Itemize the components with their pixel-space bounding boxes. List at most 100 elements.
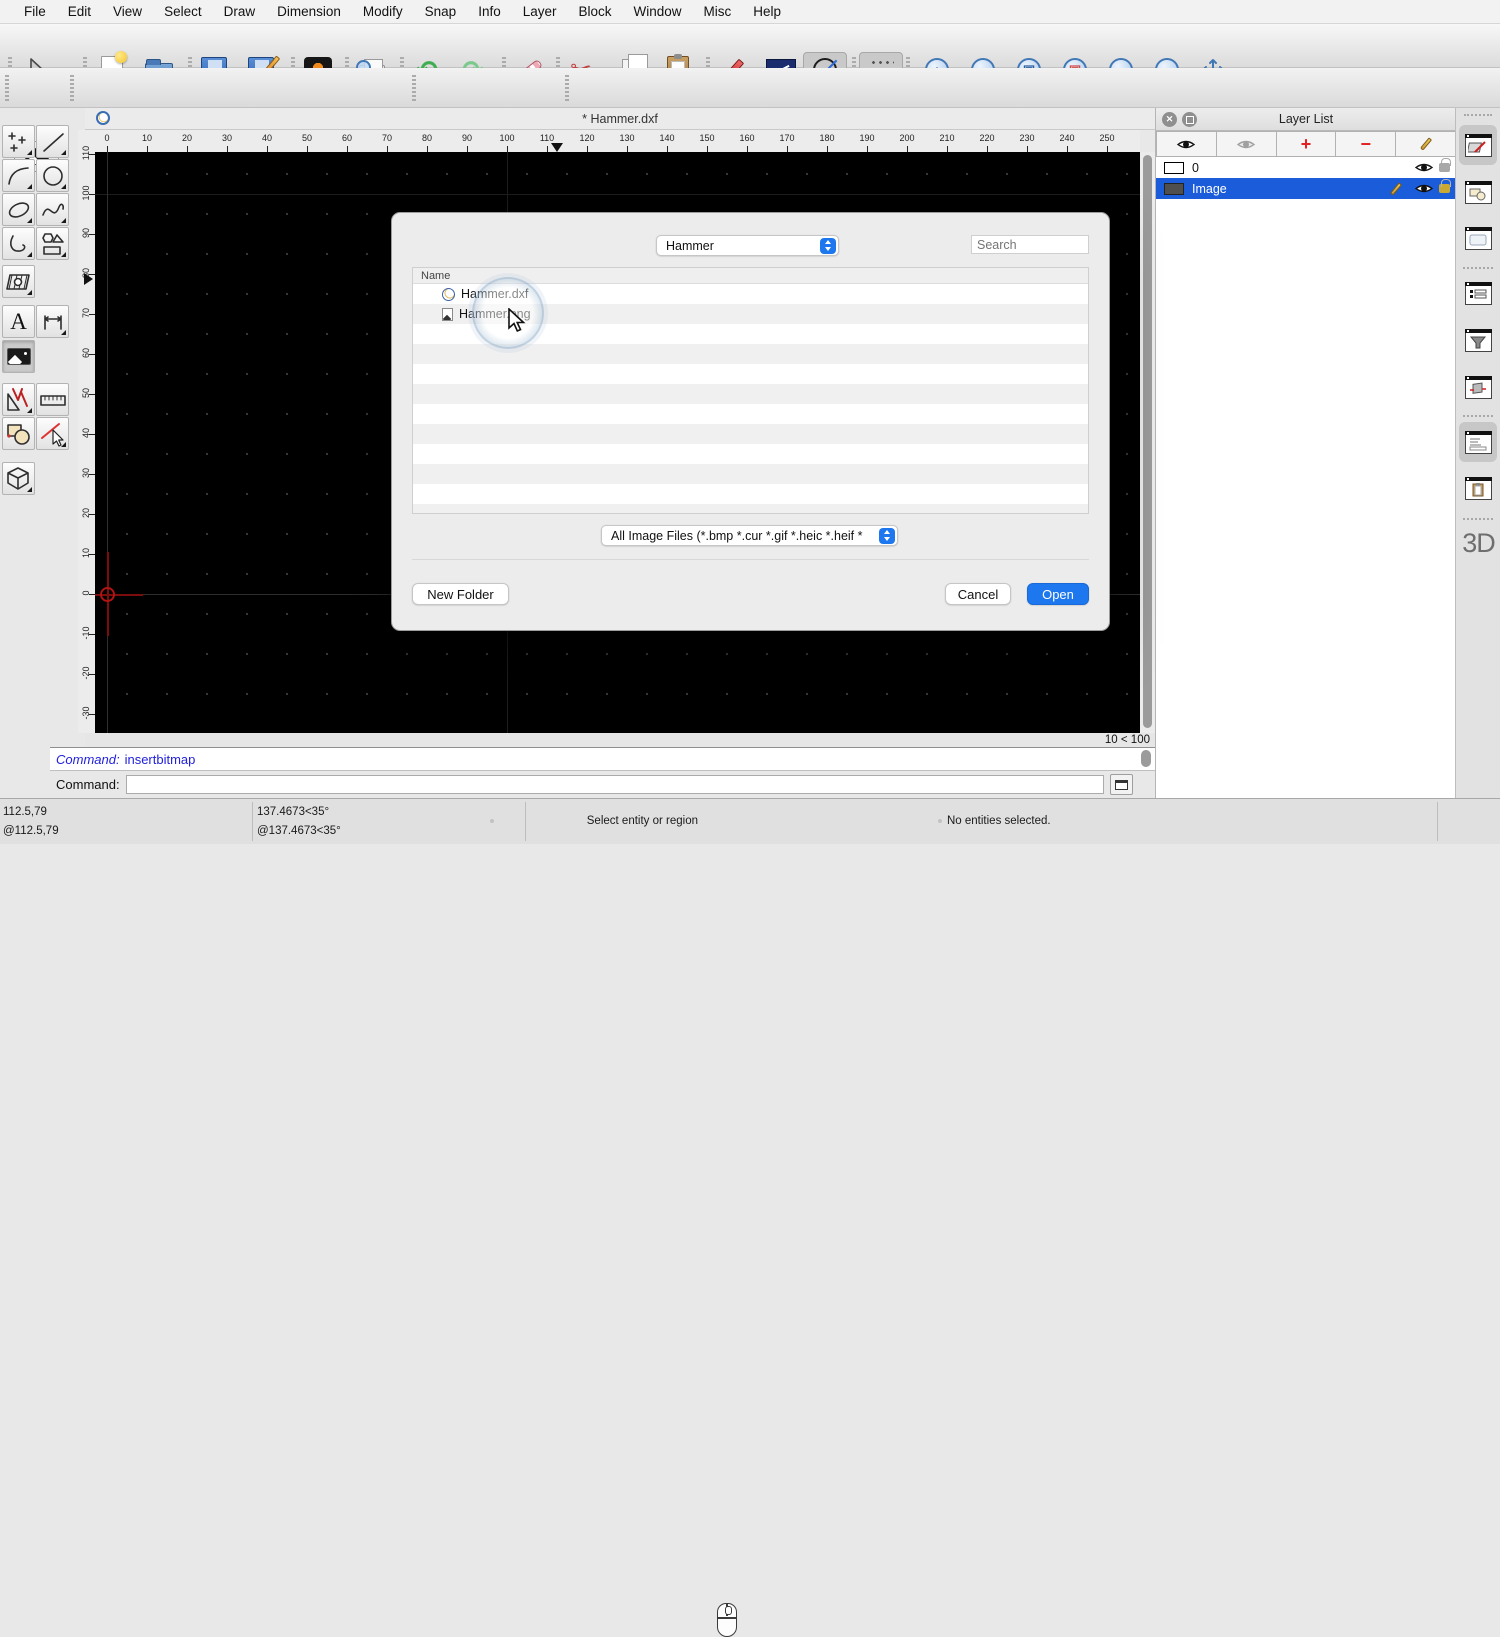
menu-info[interactable]: Info (467, 4, 512, 19)
open-button[interactable]: Open (1027, 583, 1089, 605)
toolbar-handle[interactable] (70, 75, 74, 101)
v-ruler-tick: 30 (81, 458, 91, 488)
toolbar-handle[interactable] (5, 75, 9, 101)
command-window-toggle-button[interactable] (1110, 774, 1133, 795)
3d-box-tool-button[interactable] (2, 462, 35, 495)
mouse-divider (717, 1617, 736, 1619)
h-ruler-tick: 150 (692, 133, 722, 143)
menu-modify[interactable]: Modify (352, 4, 414, 19)
hide-all-layers-button[interactable] (1217, 131, 1277, 157)
spline-tool-button[interactable] (36, 193, 69, 226)
dock-selection-filter-button[interactable] (1459, 320, 1497, 360)
v-ruler-tick: 70 (81, 298, 91, 328)
menu-layer[interactable]: Layer (512, 4, 568, 19)
toolbar-handle[interactable] (412, 75, 416, 101)
new-folder-button[interactable]: New Folder (412, 583, 509, 605)
layer-visibility-icon[interactable] (1414, 182, 1434, 195)
dock-clipboard-button[interactable] (1459, 468, 1497, 508)
menu-edit[interactable]: Edit (57, 4, 102, 19)
command-history: Command: insertbitmap (50, 747, 1155, 771)
float-panel-button[interactable] (1182, 112, 1197, 127)
menu-select[interactable]: Select (153, 4, 213, 19)
text-tool-button[interactable]: A (2, 305, 35, 338)
h-ruler-tick: 90 (452, 133, 482, 143)
status-bar: 112.5,79 @112.5,79 137.4673<35° @137.467… (0, 798, 1500, 844)
layer-list-window-icon (1465, 134, 1492, 157)
edit-layer-button[interactable] (1396, 131, 1456, 157)
dock-command-line-button[interactable] (1459, 422, 1497, 462)
dimension-tool-button[interactable] (36, 305, 69, 338)
history-scrollbar-thumb[interactable] (1141, 750, 1151, 767)
h-ruler-tick: 50 (292, 133, 322, 143)
menu-help[interactable]: Help (742, 4, 792, 19)
statusbar-separator (525, 802, 526, 841)
points-tool-button[interactable] (2, 125, 35, 158)
line-icon (40, 129, 66, 155)
menu-dimension[interactable]: Dimension (266, 4, 352, 19)
search-input[interactable] (971, 235, 1089, 254)
h-ruler-tick: 220 (972, 133, 1002, 143)
block-shapes-icon (5, 420, 33, 448)
document-titlebar[interactable]: * Hammer.dxf (85, 108, 1155, 130)
modify-tools-button[interactable] (2, 383, 35, 416)
measure-tools-button[interactable] (36, 383, 69, 416)
layer-lock-icon[interactable] (1439, 184, 1450, 193)
command-row: Command: (50, 771, 1155, 798)
dock-block-list-button[interactable] (1459, 172, 1497, 212)
command-history-entry: insertbitmap (125, 752, 196, 767)
h-ruler-tick: 20 (172, 133, 202, 143)
ellipse-tool-button[interactable] (2, 193, 35, 226)
toolbar-handle[interactable] (565, 75, 569, 101)
canvas-vertical-scrollbar[interactable] (1140, 152, 1155, 733)
select-entity-tool-button[interactable] (36, 417, 69, 450)
shapes-tool-button[interactable] (36, 227, 69, 260)
polyline-tool-button[interactable] (2, 227, 35, 260)
command-history-label: Command: (56, 752, 120, 767)
layer-visibility-icon[interactable] (1414, 161, 1434, 174)
menu-misc[interactable]: Misc (693, 4, 743, 19)
menu-draw[interactable]: Draw (213, 4, 267, 19)
scrollbar-thumb[interactable] (1143, 155, 1152, 728)
dock-pen-wizard-button[interactable] (1459, 367, 1497, 407)
selection-status: No entities selected. (947, 815, 1051, 827)
menu-block[interactable]: Block (568, 4, 623, 19)
mouse-hint-icon (717, 1603, 737, 1637)
arc-tool-button[interactable] (2, 159, 35, 192)
y-axis-line (107, 152, 108, 733)
v-ruler-tick: 90 (81, 218, 91, 248)
dock-grip[interactable] (1464, 114, 1492, 116)
h-ruler-tick: 60 (332, 133, 362, 143)
command-input[interactable] (126, 775, 1104, 794)
dock-layer-list-button[interactable] (1459, 125, 1497, 165)
block-tools-button[interactable] (2, 417, 35, 450)
menu-view[interactable]: View (102, 4, 153, 19)
menu-file[interactable]: File (13, 4, 57, 19)
layer-name: 0 (1192, 161, 1199, 175)
menu-window[interactable]: Window (623, 4, 693, 19)
remove-layer-button[interactable]: − (1336, 131, 1396, 157)
dialog-divider (412, 559, 1089, 560)
add-layer-button[interactable]: + (1277, 131, 1337, 157)
layer-row-image-selected[interactable]: Image (1156, 178, 1456, 199)
menu-snap[interactable]: Snap (414, 4, 468, 19)
hatch-tool-button[interactable] (2, 265, 35, 298)
folder-select[interactable]: Hammer (656, 235, 839, 256)
cancel-button[interactable]: Cancel (945, 583, 1011, 605)
show-all-layers-button[interactable] (1156, 131, 1217, 157)
h-ruler-tick: 40 (252, 133, 282, 143)
dock-library-browser-button[interactable] (1459, 218, 1497, 258)
image-tool-button[interactable] (2, 340, 35, 373)
select-chevrons-icon (820, 238, 836, 254)
close-panel-button[interactable]: ✕ (1162, 112, 1177, 127)
circle-tool-button[interactable] (36, 159, 69, 192)
points-icon (6, 129, 32, 155)
layer-edit-icon[interactable] (1390, 182, 1402, 195)
v-ruler-tick: 0 (81, 578, 91, 608)
file-type-select[interactable]: All Image Files (*.bmp *.cur *.gif *.hei… (601, 525, 898, 546)
clipboard-window-icon (1465, 477, 1492, 500)
line-tool-button[interactable] (36, 125, 69, 158)
dock-3d-label[interactable]: 3D (1456, 528, 1500, 559)
layer-row-0[interactable]: 0 (1156, 157, 1456, 178)
dock-entity-list-button[interactable] (1459, 273, 1497, 313)
layer-lock-icon[interactable] (1439, 163, 1450, 172)
